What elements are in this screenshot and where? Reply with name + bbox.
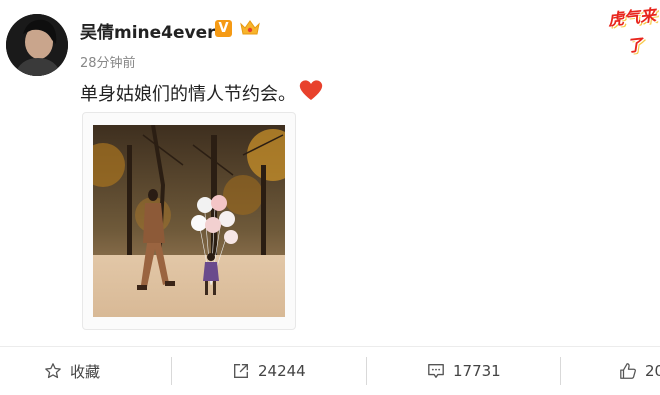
share-icon [234, 364, 248, 378]
comment-count: 17731 [453, 362, 501, 380]
like-button[interactable]: 20 [619, 347, 660, 395]
divider [560, 357, 561, 385]
divider [171, 357, 172, 385]
favorite-button[interactable]: 收藏 [44, 347, 100, 395]
username-link[interactable]: 吴倩mine4ever [80, 18, 216, 43]
post-text: 单身姑娘们的情人节约会。 [80, 84, 296, 105]
action-bar: 收藏 24244 17731 20 [0, 346, 660, 395]
member-crown-icon[interactable] [238, 16, 262, 40]
thumbs-up-icon [620, 363, 636, 379]
verified-badge-icon: V [215, 20, 232, 37]
like-count: 20 [645, 362, 660, 380]
watermark-logo: 虎气来了 [607, 5, 657, 56]
post-timestamp[interactable]: 28分钟前 [80, 52, 136, 71]
comment-button[interactable]: 17731 [427, 347, 501, 395]
post-image-card[interactable] [82, 112, 296, 330]
share-count: 24244 [258, 362, 306, 380]
share-button[interactable]: 24244 [232, 347, 306, 395]
post-photo[interactable] [93, 125, 285, 317]
comment-icon [428, 364, 444, 378]
divider [366, 357, 367, 385]
star-icon [45, 363, 61, 379]
heart-icon [299, 80, 323, 100]
favorite-label: 收藏 [70, 362, 101, 381]
avatar[interactable] [6, 14, 68, 76]
